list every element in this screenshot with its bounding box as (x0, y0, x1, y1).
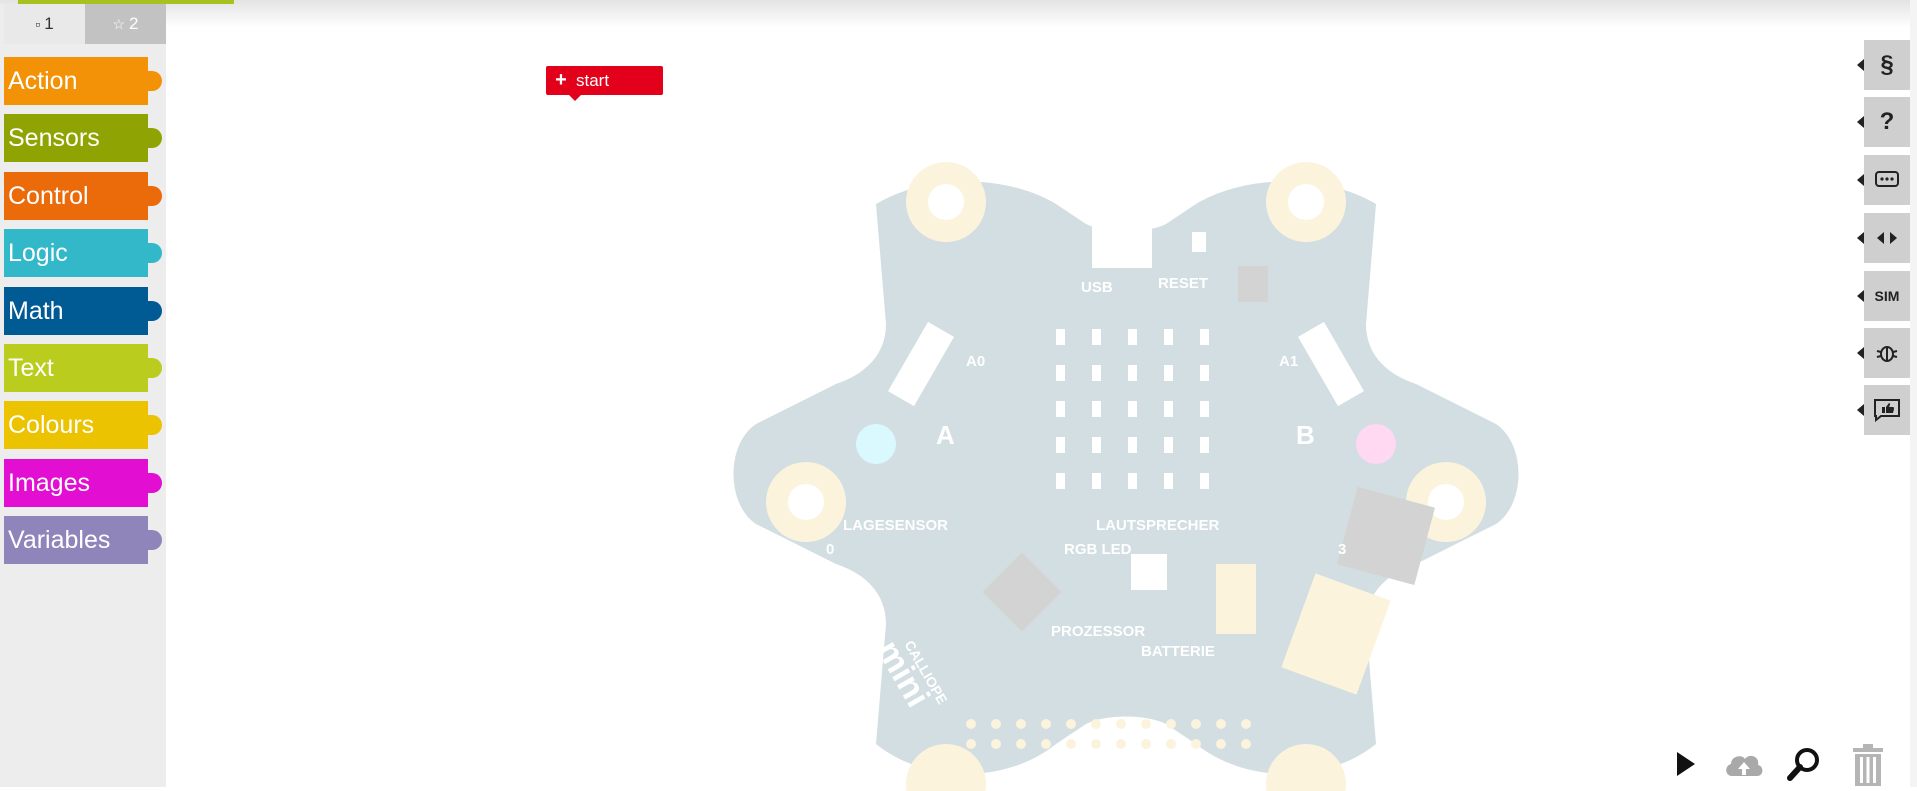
square-icon: ▫ (35, 16, 41, 32)
board-label-lagesensor: LAGESENSOR (843, 517, 948, 534)
caret-left-icon (1857, 116, 1864, 128)
board-label-minus: − (940, 203, 949, 220)
board-label-prozessor: PROZESSOR (1051, 623, 1145, 640)
cloud-upload-icon[interactable] (1722, 742, 1766, 786)
category-notch (142, 473, 162, 493)
thumbs-up-icon (1874, 399, 1900, 422)
category-variables[interactable]: Variables (4, 516, 162, 564)
category-sensors[interactable]: Sensors (4, 114, 162, 162)
star-icon: ☆ (112, 15, 126, 32)
help-button[interactable]: ? (1857, 97, 1910, 147)
trash-icon[interactable] (1845, 742, 1891, 786)
blockly-toolbox: ▫ 1 ☆ 2 Action Sensors Control Logic Mat… (0, 4, 166, 787)
category-notch (142, 128, 162, 148)
block-connector (569, 95, 581, 101)
board-label-a1: A1 (1279, 353, 1298, 370)
board-label-lautsprecher: LAUTSPRECHER (1096, 517, 1220, 534)
feedback-button[interactable] (1857, 385, 1910, 435)
category-label: Images (8, 469, 90, 497)
board-label-batterie: BATTERIE (1141, 643, 1215, 660)
category-math[interactable]: Math (4, 287, 162, 335)
category-label: Variables (8, 526, 111, 554)
tab-beginner[interactable]: ▫ 1 (4, 4, 85, 44)
program-button[interactable]: § (1857, 40, 1910, 90)
help-icon: ? (1879, 108, 1895, 135)
plus-icon[interactable]: + (546, 69, 576, 92)
category-images[interactable]: Images (4, 459, 162, 507)
category-label: Text (8, 354, 54, 382)
start-block[interactable]: + start (546, 66, 663, 101)
comment-icon (1875, 171, 1899, 187)
category-notch (142, 71, 162, 91)
sim-button[interactable]: SIM (1857, 271, 1910, 321)
board-label-rgb-led: RGB LED (1064, 541, 1132, 558)
caret-left-icon (1857, 232, 1864, 244)
category-notch (142, 243, 162, 263)
zoom-icon[interactable] (1786, 742, 1822, 786)
tab-label: 1 (44, 14, 54, 33)
caret-left-icon (1857, 347, 1864, 359)
category-label: Control (8, 182, 89, 210)
board-label-a: A (936, 420, 955, 450)
toolbox-tabs: ▫ 1 ☆ 2 (0, 4, 166, 44)
category-label: Action (8, 67, 78, 95)
run-icon[interactable] (1672, 742, 1700, 786)
board-label-usb: USB (1081, 279, 1113, 296)
vertical-scrollbar[interactable] (1910, 0, 1917, 787)
start-block-label: start (576, 70, 610, 90)
category-label: Math (8, 297, 64, 325)
section-icon: § (1880, 51, 1894, 78)
tab-label: 2 (129, 14, 139, 33)
category-notch (142, 415, 162, 435)
board-label-b: B (1296, 420, 1315, 450)
category-notch (142, 530, 162, 550)
category-label: Logic (8, 239, 68, 267)
caret-left-icon (1857, 290, 1864, 302)
category-notch (142, 358, 162, 378)
bug-icon (1876, 346, 1898, 362)
calliope-board-image: − + USB RESET A0 A1 A B LAGESENSOR LAUTS… (733, 162, 1519, 791)
info-button[interactable] (1857, 155, 1910, 205)
code-button[interactable] (1857, 213, 1910, 263)
caret-left-icon (1857, 59, 1864, 71)
blockly-workspace[interactable]: − + USB RESET A0 A1 A B LAGESENSOR LAUTS… (166, 4, 1856, 791)
board-label-a0: A0 (966, 353, 985, 370)
sim-label: SIM (1874, 288, 1900, 304)
tab-expert[interactable]: ☆ 2 (85, 4, 166, 44)
category-label: Colours (8, 411, 95, 439)
board-label-pin0: 0 (826, 541, 834, 558)
board-label-pin3: 3 (1338, 541, 1346, 558)
caret-left-icon (1857, 174, 1864, 186)
caret-left-icon (1857, 404, 1864, 416)
category-notch (142, 186, 162, 206)
category-notch (142, 301, 162, 321)
debug-button[interactable] (1857, 328, 1910, 378)
category-label: Sensors (8, 124, 100, 152)
code-icon (1877, 232, 1897, 244)
category-action[interactable]: Action (4, 57, 162, 105)
board-outline (733, 181, 1519, 774)
board-label-plus: + (1292, 203, 1301, 220)
board-label-reset: RESET (1158, 275, 1208, 292)
category-colours[interactable]: Colours (4, 401, 162, 449)
category-control[interactable]: Control (4, 172, 162, 220)
category-text[interactable]: Text (4, 344, 162, 392)
category-logic[interactable]: Logic (4, 229, 162, 277)
